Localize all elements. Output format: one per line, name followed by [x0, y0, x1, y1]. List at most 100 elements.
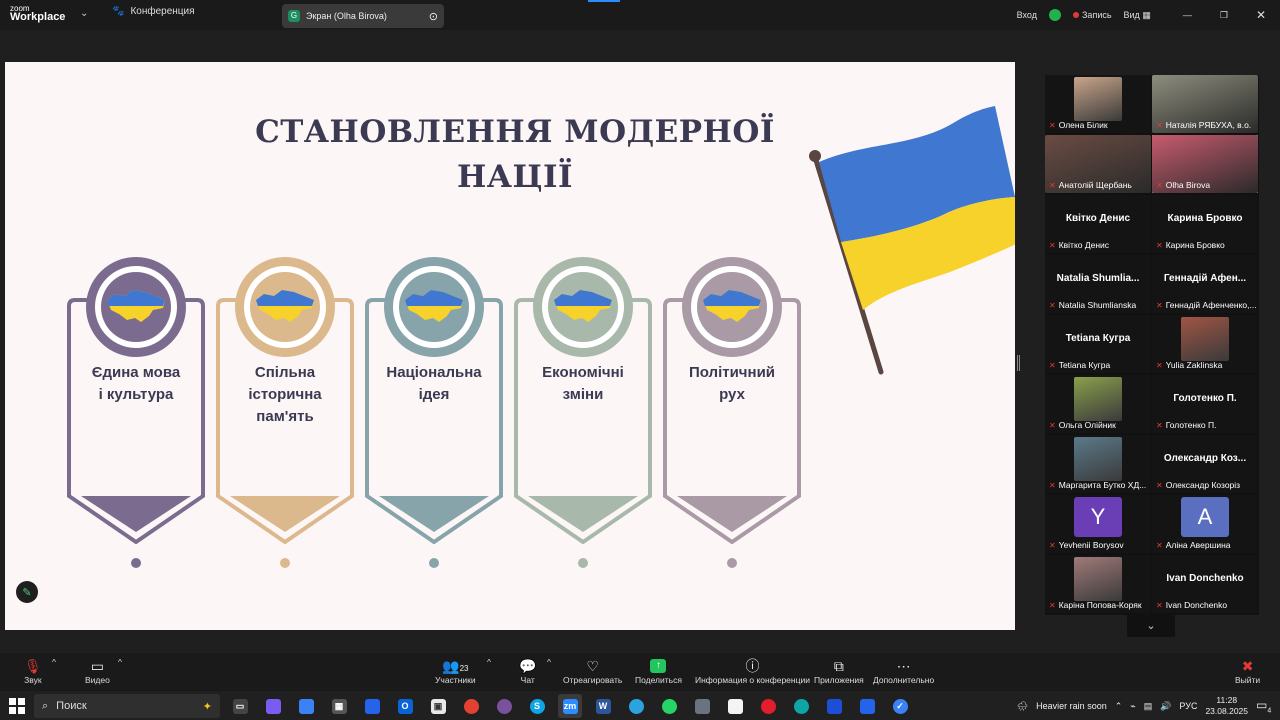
notifications-icon[interactable]: ▭4 [1256, 698, 1272, 714]
participant-tile[interactable]: Ivan Donchenko ✕ Ivan Donchenko [1152, 555, 1258, 613]
task-view-icon[interactable]: ▭ [228, 694, 252, 718]
participant-name-text: Yevhenii Borysov [1058, 540, 1124, 550]
heart-icon: ♡ [586, 658, 599, 674]
participant-tile[interactable]: Квітко Денис ✕ Квітко Денис [1045, 195, 1151, 253]
participant-tile[interactable]: ✕ Ольга Олійник [1045, 375, 1151, 433]
mic-muted-icon: 🎙 [24, 658, 42, 674]
participant-gallery: ✕ Олена Білик ✕ Наталія РЯБУХА, в.о. ✕ Анатол… [1045, 75, 1259, 615]
telegram-icon[interactable] [624, 694, 648, 718]
calculator-icon[interactable]: ▦ [327, 694, 351, 718]
language-indicator[interactable]: РУС [1179, 701, 1197, 711]
participant-display-name: Квітко Денис [1065, 213, 1131, 224]
clock[interactable]: 11:28 23.08.2025 [1205, 695, 1248, 717]
ukraine-map-icon [548, 272, 618, 342]
participant-tile[interactable]: Голотенко П. ✕ Голотенко П. [1152, 375, 1258, 433]
participant-tile[interactable]: ✕ Маргарита Бутко ХД... [1045, 435, 1151, 493]
chevron-down-icon[interactable]: ⌄ [80, 8, 88, 19]
enter-button[interactable]: Вход [1017, 10, 1037, 20]
viber-icon[interactable] [492, 694, 516, 718]
participant-tile[interactable]: ✕ Наталія РЯБУХА, в.о. [1152, 75, 1258, 133]
word-icon[interactable]: W [591, 694, 615, 718]
participant-tile[interactable]: ✕ Yulia Zaklinska [1152, 315, 1258, 373]
participant-tile[interactable]: ✕ Каріна Попова-Коряк [1045, 555, 1151, 613]
whatsapp-icon[interactable] [657, 694, 681, 718]
participant-tile[interactable]: A ✕ Аліна Авершина [1152, 495, 1258, 553]
zoom-app-icon[interactable]: zm [558, 694, 582, 718]
taskbar-search[interactable]: ⌕ Поиск ✦ [34, 694, 220, 718]
slide-title: СТАНОВЛЕННЯ МОДЕРНОЇ НАЦІЇ [235, 110, 795, 200]
skype-icon[interactable]: S [525, 694, 549, 718]
remote-desktop-icon[interactable] [855, 694, 879, 718]
calendar-icon[interactable] [360, 694, 384, 718]
opera-icon[interactable] [756, 694, 780, 718]
participants-caret-icon[interactable]: ^ [487, 657, 491, 667]
gallery-next-page-icon[interactable]: ⌄ [1127, 615, 1175, 637]
minimize-icon[interactable]: — [1183, 10, 1192, 20]
share-button[interactable]: ↑ Поделиться [635, 657, 682, 685]
copilot-sparkle-icon: ✦ [202, 700, 212, 713]
chat-button[interactable]: 💬 Чат [519, 657, 536, 685]
bluetooth-icon[interactable]: ⌁ [1130, 701, 1135, 712]
participant-tile[interactable]: Y ✕ Yevhenii Borysov [1045, 495, 1151, 553]
participant-tile[interactable]: ✕ Анатолій Щербань [1045, 135, 1151, 193]
participant-name: ✕ Tetiana Кугра [1049, 360, 1149, 370]
participant-tile[interactable]: Natalia Shumlia... ✕ Natalia Shumlianska [1045, 255, 1151, 313]
share-label: Поделиться [635, 675, 682, 685]
taskbar-search-label: Поиск [56, 700, 87, 712]
zoom-window: zoom Workplace ⌄ 🐾 Конференция G Экран (… [0, 0, 1280, 720]
audio-options-caret-icon[interactable]: ^ [52, 657, 56, 667]
more-button[interactable]: ⋯ Дополнительно [873, 657, 934, 685]
more-icon[interactable]: ⊙ [429, 10, 438, 23]
mic-muted-icon: ✕ [1049, 121, 1056, 130]
participant-display-name: Олександр Коз... [1163, 453, 1247, 464]
video-label: Видео [85, 675, 110, 685]
mic-muted-icon: ✕ [1156, 241, 1163, 250]
participant-name: ✕ Голотенко П. [1156, 420, 1256, 430]
mic-muted-icon: ✕ [1049, 241, 1056, 250]
view-button[interactable]: Вид ▦ [1124, 10, 1151, 21]
leave-button[interactable]: ✖ Выйти [1235, 657, 1260, 685]
chat-caret-icon[interactable]: ^ [547, 657, 551, 667]
video-options-caret-icon[interactable]: ^ [118, 657, 122, 667]
participant-tile[interactable]: Олександр Коз... ✕ Олександр Козоріз [1152, 435, 1258, 493]
store-icon[interactable]: ▣ [426, 694, 450, 718]
participant-tile[interactable]: Tetiana Кугра ✕ Tetiana Кугра [1045, 315, 1151, 373]
react-button[interactable]: ♡ Отреагировать [563, 657, 622, 685]
annotate-pen-icon[interactable]: ✎ [16, 581, 38, 603]
speaker-icon[interactable]: 🔊 [1160, 701, 1171, 712]
topic-card: Економічні зміни [512, 254, 654, 544]
notepad-icon[interactable] [723, 694, 747, 718]
network-icon[interactable]: ▤ [1144, 701, 1153, 712]
app-icon[interactable] [690, 694, 714, 718]
copilot-icon[interactable] [261, 694, 285, 718]
weather-text[interactable]: Heavier rain soon [1036, 701, 1107, 711]
photos-icon[interactable] [822, 694, 846, 718]
tab-meeting[interactable]: 🐾 Конференция [112, 6, 195, 17]
weather-icon[interactable]: 🌧 [1017, 701, 1028, 712]
close-icon[interactable]: ✕ [1256, 8, 1266, 22]
chrome-icon[interactable] [459, 694, 483, 718]
outlook-icon[interactable]: O [393, 694, 417, 718]
participant-name-text: Наталія РЯБУХА, в.о. [1165, 120, 1252, 130]
participant-tile[interactable]: Карина Бровко ✕ Карина Бровко [1152, 195, 1258, 253]
meeting-info-button[interactable]: ⓘ Информация о конференции [695, 657, 810, 685]
video-button[interactable]: ▭ Видео [85, 657, 110, 685]
edge-icon[interactable] [789, 694, 813, 718]
record-indicator[interactable]: Запись [1073, 10, 1112, 20]
participants-button[interactable]: 👥23 Участники [435, 657, 476, 685]
participant-name: ✕ Карина Бровко [1156, 240, 1256, 250]
windows-start-icon[interactable] [9, 698, 25, 714]
restore-icon[interactable]: ❐ [1220, 10, 1228, 21]
tray-chevron-icon[interactable]: ⌃ [1115, 701, 1123, 712]
participant-tile[interactable]: ✕ Olha Birova [1152, 135, 1258, 193]
panel-resize-handle[interactable] [1017, 355, 1020, 371]
audio-button[interactable]: 🎙 Звук [24, 657, 42, 685]
shield-icon[interactable] [1049, 9, 1061, 21]
participant-tile[interactable]: ✕ Олена Білик [1045, 75, 1151, 133]
apps-button[interactable]: ⧉ Приложения [814, 657, 864, 685]
participant-tile[interactable]: Геннадій Афен... ✕ Геннадій Афенченко,... [1152, 255, 1258, 313]
meeting-toolbar: 🎙 Звук ^ ▭ Видео ^ 👥23 Участники ^ 💬 Чат… [0, 653, 1280, 691]
todo-icon[interactable]: ✓ [888, 694, 912, 718]
tab-shared-screen[interactable]: G Экран (Olha Birova) ⊙ [282, 4, 444, 28]
files-app-icon[interactable] [294, 694, 318, 718]
